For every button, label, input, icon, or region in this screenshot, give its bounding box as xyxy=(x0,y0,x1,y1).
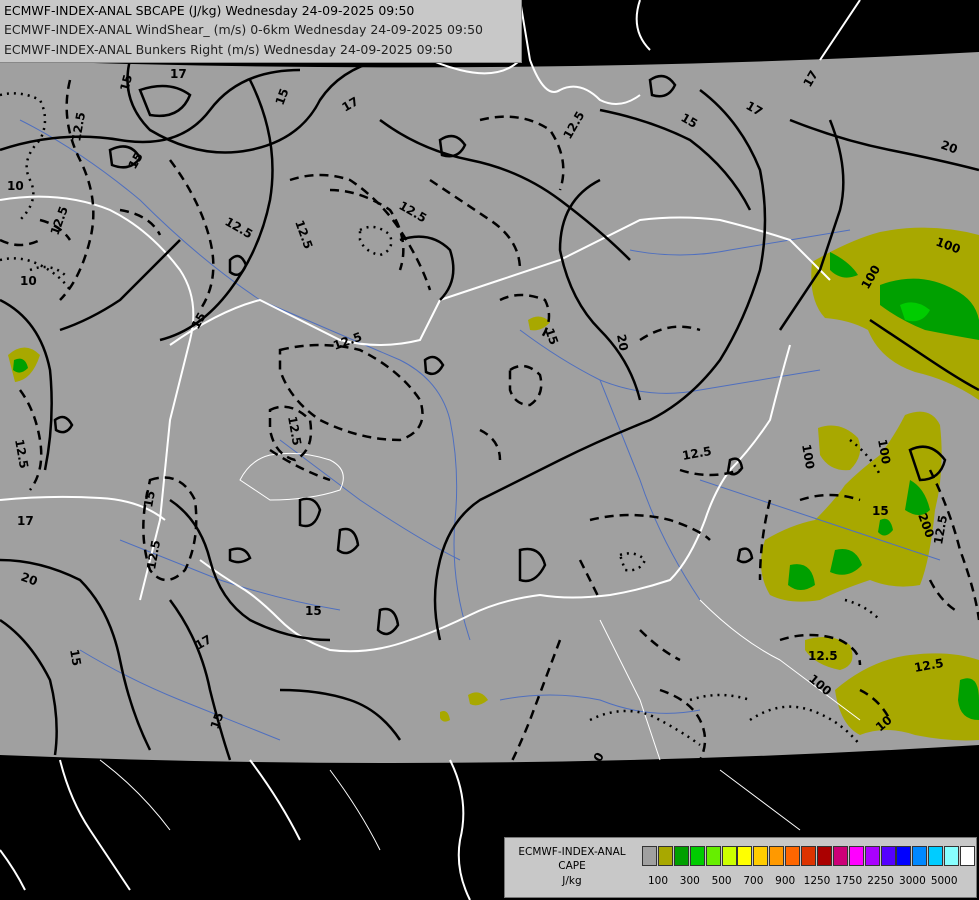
legend-swatch xyxy=(657,846,673,866)
svg-text:15: 15 xyxy=(141,490,158,509)
svg-text:10: 10 xyxy=(20,274,37,288)
legend-tick-label: 2250 xyxy=(867,875,894,887)
legend-title-variable: CAPE xyxy=(558,860,586,872)
legend-swatch xyxy=(960,846,975,866)
svg-text:20: 20 xyxy=(614,333,631,352)
legend-tick-label: 900 xyxy=(775,875,796,887)
legend-swatch xyxy=(896,846,912,866)
legend-title-unit: J/kg xyxy=(562,875,582,887)
legend-tick-label: 500 xyxy=(711,875,732,887)
legend-tick-label: 5000 xyxy=(930,875,958,887)
legend-swatch xyxy=(864,846,880,866)
header-title-sbcape: ECMWF-INDEX-ANAL SBCAPE (J/kg) Wednesday… xyxy=(4,3,415,18)
svg-text:17: 17 xyxy=(17,514,34,528)
svg-text:15: 15 xyxy=(872,504,889,518)
legend-swatch xyxy=(642,846,657,866)
legend-swatch xyxy=(705,846,721,866)
legend-swatch xyxy=(944,846,960,866)
legend-swatch xyxy=(689,846,705,866)
legend-swatch xyxy=(880,846,896,866)
legend-tick-label: 700 xyxy=(743,875,764,887)
weather-map: 17 15 15 17 12.5 15 10 12.5 12.5 12.5 12… xyxy=(0,0,979,900)
legend-tick-label: 1750 xyxy=(835,875,863,887)
svg-text:15: 15 xyxy=(305,604,322,618)
legend-tick-label: 100 xyxy=(647,875,669,887)
legend-tick-label: 300 xyxy=(679,875,700,887)
legend-swatch xyxy=(832,846,848,866)
legend-swatch xyxy=(673,846,689,866)
svg-text:15: 15 xyxy=(67,648,84,667)
header-title-windshear: ECMWF-INDEX-ANAL WindShear_ (m/s) 0-6km … xyxy=(4,22,483,37)
legend-swatch xyxy=(912,846,928,866)
legend-tick-label: 1250 xyxy=(803,875,831,887)
legend-title-model: ECMWF-INDEX-ANAL xyxy=(518,846,626,858)
legend-swatch xyxy=(721,846,737,866)
map-header: ECMWF-INDEX-ANAL SBCAPE (J/kg) Wednesday… xyxy=(0,0,522,63)
svg-text:17: 17 xyxy=(170,67,187,81)
legend-tick-label: 3000 xyxy=(899,875,926,887)
svg-text:10: 10 xyxy=(7,179,24,193)
svg-text:12.5: 12.5 xyxy=(808,649,838,663)
legend-swatch xyxy=(848,846,864,866)
legend-swatch xyxy=(801,846,816,866)
cape-legend: ECMWF-INDEX-ANAL CAPE J/kg 100 300 500 700 9… xyxy=(504,837,977,898)
header-title-bunkers: ECMWF-INDEX-ANAL Bunkers Right (m/s) Wed… xyxy=(4,42,453,57)
legend-swatch xyxy=(785,846,801,866)
legend-swatch xyxy=(753,846,769,866)
legend-swatch xyxy=(816,846,832,866)
legend-swatch xyxy=(928,846,944,866)
legend-swatch xyxy=(737,846,753,866)
legend-swatch xyxy=(769,846,785,866)
